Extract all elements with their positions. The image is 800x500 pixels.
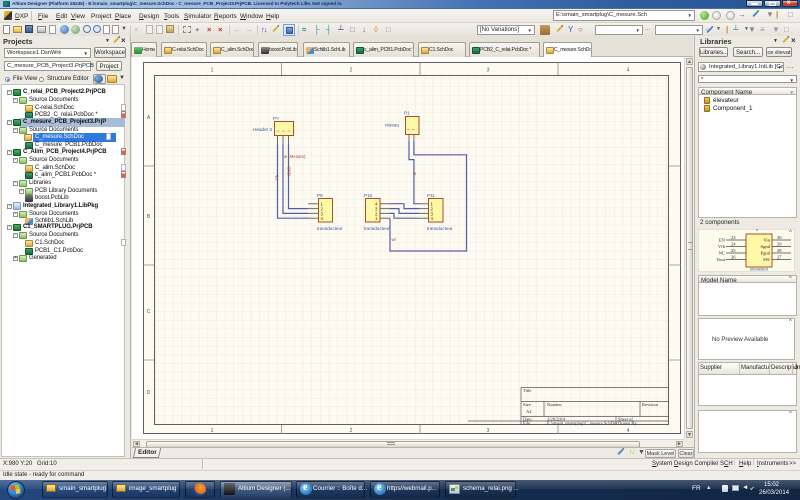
svg-text:Pgnd: Pgnd [761, 251, 771, 256]
svg-text:30: 30 [777, 235, 782, 240]
svg-text:25: 25 [731, 248, 736, 253]
svg-text:3: 3 [487, 68, 490, 74]
svg-text:29: 29 [777, 242, 782, 247]
svg-text:Drawn By:: Drawn By: [618, 421, 638, 426]
svg-text:28: 28 [777, 248, 782, 253]
svg-text:4: 4 [627, 68, 630, 74]
svg-text:transducteur: transducteur [427, 226, 453, 231]
svg-text:Vout: Vout [716, 257, 725, 262]
svg-text:2: 2 [350, 68, 353, 74]
svg-text:Vin: Vin [763, 238, 770, 243]
svg-text:Ph: Ph [275, 174, 280, 180]
svg-text:N: N [413, 171, 416, 176]
svg-text:27: 27 [777, 255, 782, 260]
svg-text:Revision: Revision [642, 402, 659, 407]
svg-text:SW: SW [763, 257, 771, 262]
svg-text:E:\smain_smartplug\C_mesure.Sc: E:\smain_smartplug\C_mesure.SchDoc [547, 421, 618, 426]
svg-text:P11: P11 [427, 193, 435, 198]
svg-text:4: 4 [627, 428, 630, 434]
svg-text:EN: EN [719, 238, 726, 243]
svg-text:D: D [147, 390, 151, 396]
svg-text:24: 24 [731, 242, 736, 247]
svg-text:P?: P? [273, 116, 279, 121]
svg-text:Vfb: Vfb [718, 244, 726, 249]
svg-text:Header 3: Header 3 [253, 127, 272, 132]
svg-text:2: 2 [350, 428, 353, 434]
svg-text:élevateur: élevateur [750, 267, 769, 272]
svg-text:Title: Title [523, 388, 531, 393]
svg-text:transducteur: transducteur [364, 226, 390, 231]
svg-text:Sgnd: Sgnd [761, 244, 771, 249]
svg-text:transducteur: transducteur [317, 226, 343, 231]
svg-text:C: C [147, 309, 151, 315]
svg-text:23: 23 [731, 235, 736, 240]
svg-text:P9: P9 [317, 193, 323, 198]
svg-text:wl: wl [392, 237, 396, 242]
svg-text:1: 1 [211, 68, 214, 74]
svg-text:1: 1 [211, 428, 214, 434]
svg-text:Number: Number [547, 402, 562, 407]
svg-text:26: 26 [731, 255, 736, 260]
svg-text:réseau: réseau [385, 123, 399, 128]
svg-text:3: 3 [487, 428, 490, 434]
svg-text:P10: P10 [364, 193, 373, 198]
svg-text:w (Mesure): w (Mesure) [284, 154, 306, 159]
svg-text:Size: Size [523, 402, 531, 407]
svg-text:NC: NC [719, 251, 725, 256]
svg-text:*: * [756, 229, 758, 235]
svg-text:File:: File: [523, 421, 531, 426]
svg-text:GND: GND [287, 166, 292, 176]
svg-text:P1: P1 [404, 111, 410, 116]
svg-text:A4: A4 [526, 409, 532, 414]
